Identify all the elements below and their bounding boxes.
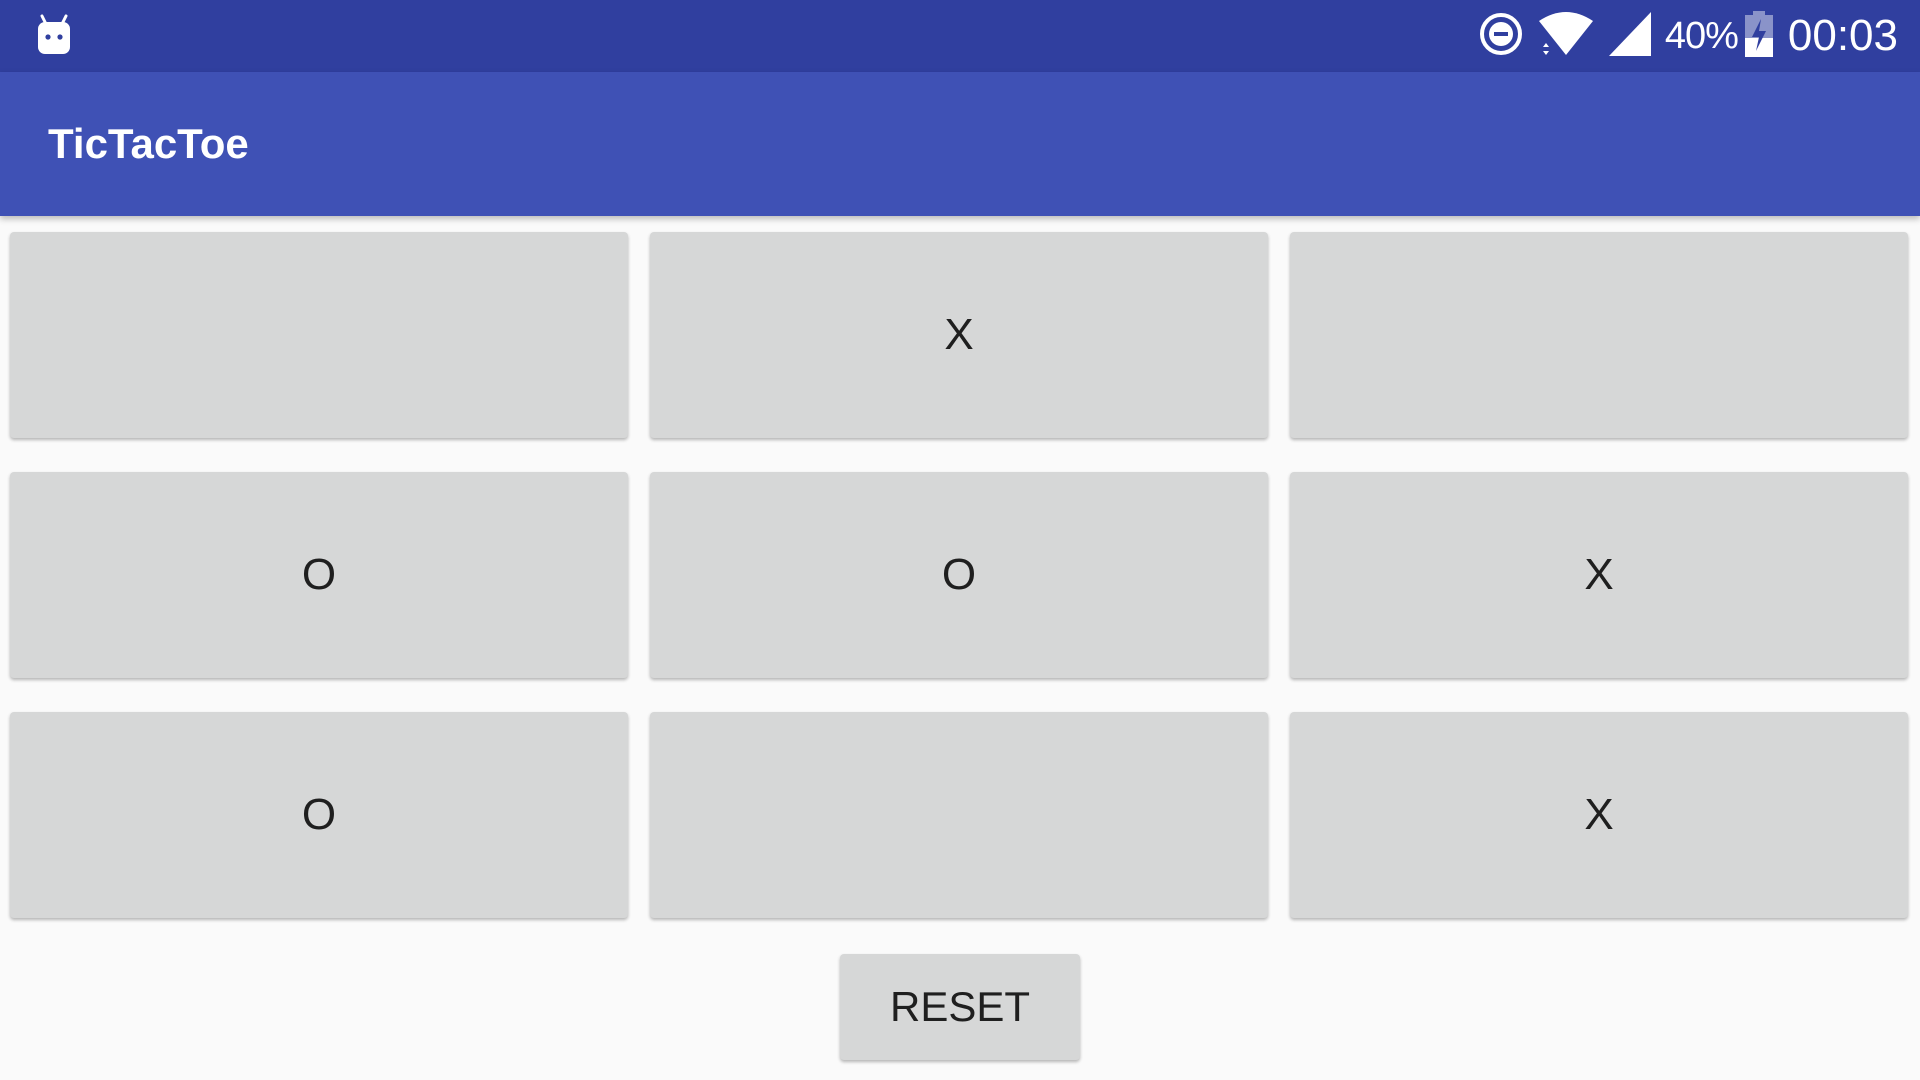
cell-r3-c1[interactable]: O — [10, 712, 628, 918]
android-debug-icon — [34, 12, 74, 58]
status-bar: 40% 00:03 — [0, 0, 1920, 72]
game-board: X O O X O X — [10, 232, 1910, 920]
do-not-disturb-icon — [1479, 12, 1523, 61]
wifi-icon — [1537, 11, 1595, 62]
cell-r2-c3[interactable]: X — [1290, 472, 1908, 678]
battery-charging-icon — [1744, 10, 1774, 62]
cell-r1-c1[interactable] — [10, 232, 628, 438]
clock: 00:03 — [1787, 11, 1898, 60]
reset-button[interactable]: RESET — [840, 954, 1080, 1060]
app-title: TicTacToe — [48, 120, 249, 167]
cell-r2-c1[interactable]: O — [10, 472, 628, 678]
cell-signal-icon — [1608, 11, 1651, 61]
cell-r3-c3[interactable]: X — [1290, 712, 1908, 918]
cell-r3-c2[interactable] — [650, 712, 1268, 918]
status-icons: 40% 00:03 — [1479, 0, 1898, 72]
battery-percent: 40% — [1664, 14, 1739, 57]
cell-r2-c2[interactable]: O — [650, 472, 1268, 678]
cell-r1-c3[interactable] — [1290, 232, 1908, 438]
cell-r1-c2[interactable]: X — [650, 232, 1268, 438]
app-bar: TicTacToe — [0, 72, 1920, 216]
